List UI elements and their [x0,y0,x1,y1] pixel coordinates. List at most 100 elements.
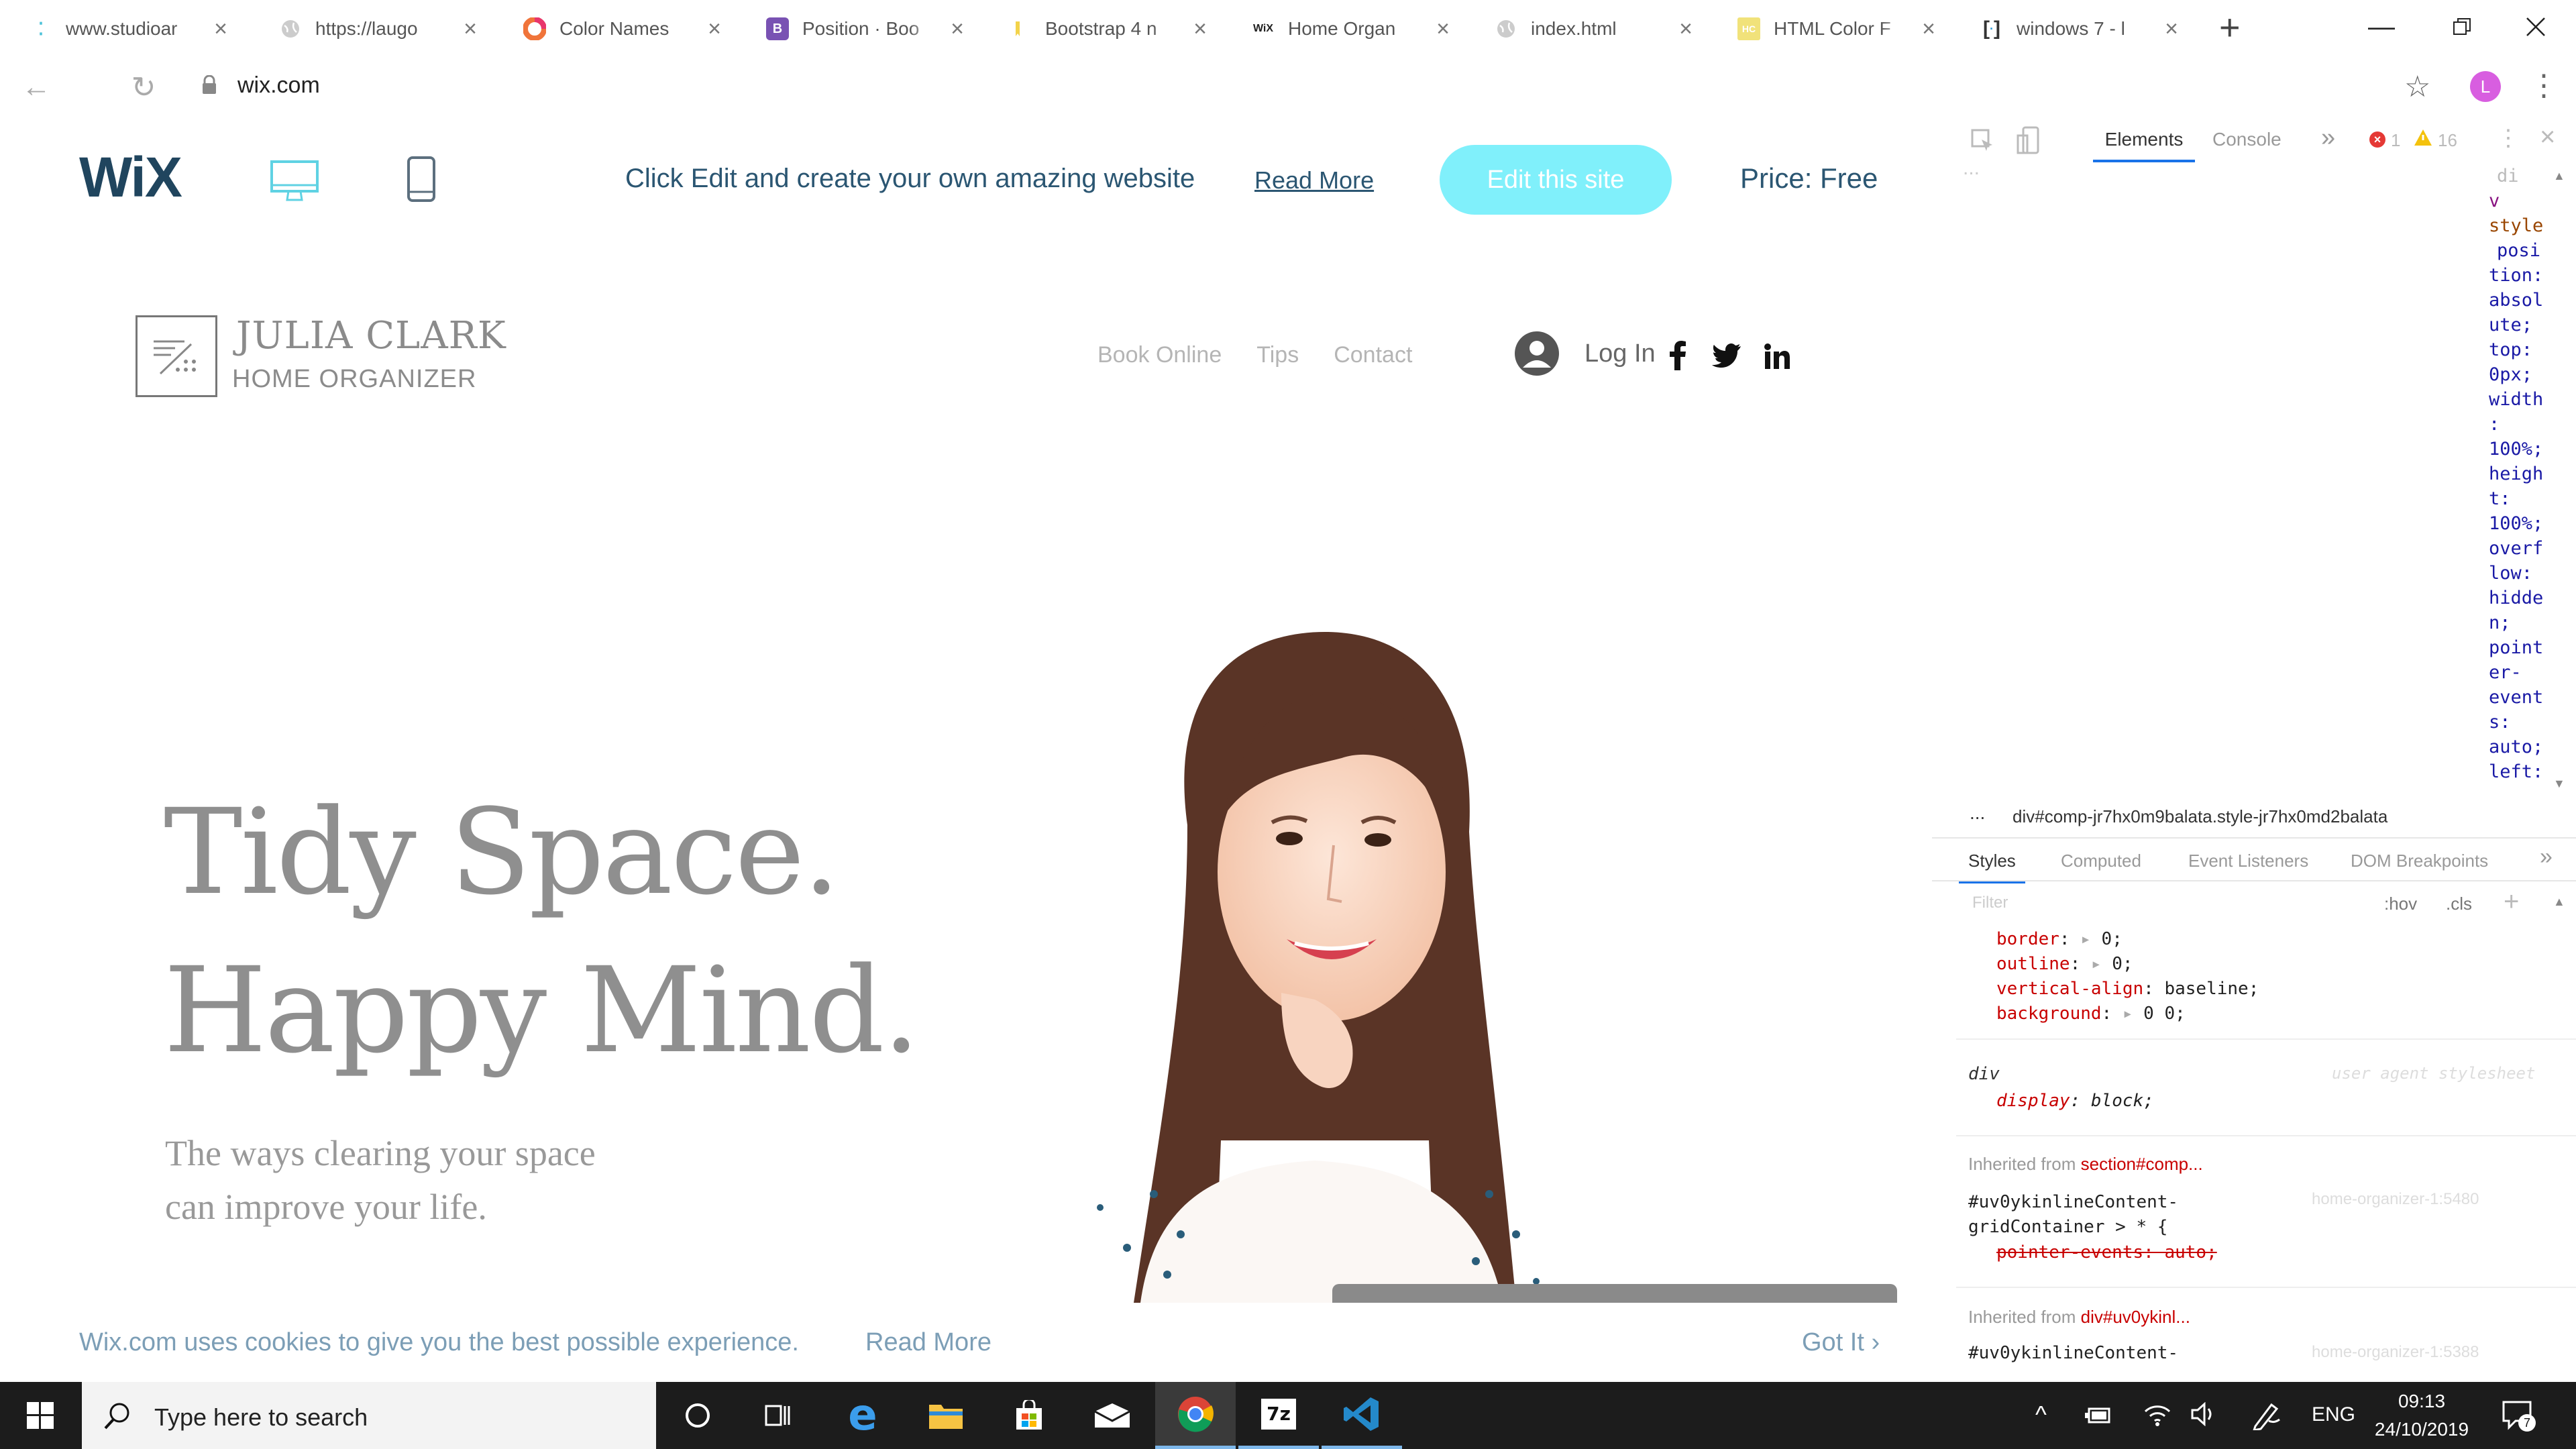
linkedin-icon[interactable] [1764,343,1790,369]
file-explorer-icon[interactable] [906,1382,986,1449]
browser-tab[interactable]: HC HTML Color F × [1721,7,1940,51]
chrome-icon[interactable] [1155,1382,1236,1449]
dom-line[interactable]: top: [2489,337,2549,362]
dom-line[interactable]: hidde [2489,586,2549,610]
dom-line[interactable]: absol [2489,288,2549,313]
devtools-more-tabs[interactable]: » [2321,123,2335,152]
browser-tab[interactable]: ⁚ www.studioar × [13,7,232,51]
site-logo-box[interactable] [136,315,217,397]
inspect-element-icon[interactable] [1971,129,1995,153]
notification-center-icon[interactable]: 7 [2502,1399,2536,1432]
menu-item-book-online[interactable]: Book Online [1097,342,1222,368]
rule-selector[interactable]: #uv0ykinlineContent- [1968,1343,2178,1363]
edit-site-button[interactable]: Edit this site [1440,145,1672,215]
dom-line[interactable]: v [2489,189,2549,213]
menu-item-tips[interactable]: Tips [1256,342,1299,368]
style-declaration[interactable]: background: ▸ 0 0; [1932,1002,2549,1026]
browser-tab[interactable]: Bootstrap 4 n × [993,7,1212,51]
read-more-link[interactable]: Read More [1254,166,1374,195]
language-indicator[interactable]: ENG [2312,1403,2355,1426]
facebook-icon[interactable] [1669,341,1686,370]
devtools-tab-console[interactable]: Console [2212,129,2282,150]
dom-breakpoints-tab[interactable]: DOM Breakpoints [2351,851,2488,871]
more-panels-icon[interactable]: » [2540,844,2553,870]
restore-icon[interactable] [2422,0,2502,54]
dom-line[interactable]: style [2489,213,2549,238]
style-declaration[interactable]: outline: ▸ 0; [1932,952,2549,977]
store-icon[interactable] [989,1382,1069,1449]
browser-tab[interactable]: B Position · Boo × [750,7,969,51]
dom-line[interactable]: s: [2489,710,2549,735]
breadcrumb[interactable]: div#comp-jr7hx0m9balata.style-jr7hx0md2b… [2012,806,2387,827]
event-listeners-tab[interactable]: Event Listeners [2188,851,2308,871]
browser-tab[interactable]: [·] windows 7 - l × [1964,7,2183,51]
new-rule-icon[interactable]: + [2504,887,2519,917]
7zip-icon[interactable]: 7z [1238,1382,1319,1449]
dom-line[interactable]: event [2489,685,2549,710]
url-field[interactable]: wix.com [237,72,320,99]
star-icon[interactable]: ☆ [2404,70,2430,104]
cortana-icon[interactable] [657,1382,738,1449]
wix-logo[interactable]: WiX [79,145,182,210]
dom-line[interactable]: er- [2489,660,2549,685]
div-selector[interactable]: div [1968,1064,2000,1084]
cookie-read-more-link[interactable]: Read More [865,1328,991,1357]
twitter-icon[interactable] [1712,343,1741,368]
edge-browser-icon[interactable]: e [822,1382,903,1449]
devtools-tab-elements[interactable]: Elements [2093,129,2195,162]
device-toolbar-icon[interactable] [2017,126,2041,156]
got-it-button[interactable]: Got It › [1802,1328,1880,1357]
mobile-view-icon[interactable] [407,156,436,203]
reload-icon[interactable]: ↻ [123,67,164,107]
dom-line[interactable]: heigh [2489,462,2549,486]
close-tab-icon[interactable]: × [459,16,482,42]
battery-icon[interactable] [2085,1407,2112,1424]
hov-toggle[interactable]: :hov [2384,894,2417,914]
dom-line[interactable]: point [2489,635,2549,660]
cls-toggle[interactable]: .cls [2446,894,2472,914]
styles-filter-input[interactable]: Filter [1972,894,2008,912]
dom-line[interactable]: : [2489,412,2549,437]
rule-source-link[interactable]: home-organizer-1:5480 [2312,1190,2479,1209]
close-tab-icon[interactable]: × [1917,16,1940,42]
style-declaration[interactable]: border: ▸ 0; [1932,927,2549,952]
styles-scroll-up[interactable]: ▲ [2553,895,2565,909]
div-declaration[interactable]: display: block; [1996,1091,2154,1111]
dom-line[interactable]: t: [2489,486,2549,511]
vscode-icon[interactable] [1322,1382,1402,1449]
pen-workspace-icon[interactable] [2251,1401,2281,1430]
user-avatar-icon[interactable] [1513,330,1560,377]
close-tab-icon[interactable]: × [703,16,726,42]
dom-scrollbar-up[interactable]: ▲ [2553,169,2565,183]
close-tab-icon[interactable]: × [1674,16,1697,42]
overridden-declaration[interactable]: pointer-events: auto; [1996,1242,2217,1263]
mail-icon[interactable] [1072,1382,1152,1449]
devtools-menu-icon[interactable]: ⋮ [2497,125,2520,152]
close-tab-icon[interactable]: × [209,16,232,42]
wifi-icon[interactable] [2144,1402,2171,1426]
taskbar-search-box[interactable]: Type here to search [82,1382,656,1449]
browser-tab[interactable]: index.html × [1479,7,1697,51]
browser-menu-icon[interactable]: ⋮ [2529,66,2559,106]
dom-line[interactable]: 0px; [2489,362,2549,387]
dom-line[interactable]: overf [2489,536,2549,561]
close-tab-icon[interactable]: × [1189,16,1212,42]
dom-scrollbar-down[interactable]: ▼ [2553,777,2565,791]
close-tab-icon[interactable]: × [1432,16,1454,42]
rule-selector[interactable]: #uv0ykinlineContent- gridContainer > * { [1968,1190,2178,1240]
new-tab-button[interactable]: + [2219,7,2241,48]
browser-tab[interactable]: WiX Home Organ × [1236,7,1454,51]
browser-tab[interactable]: https://laugo × [263,7,482,51]
show-hidden-icons[interactable]: ^ [2035,1401,2047,1429]
dom-line[interactable]: left: [2489,759,2549,784]
volume-icon[interactable] [2191,1402,2218,1426]
computed-tab[interactable]: Computed [2061,851,2141,871]
styles-tab[interactable]: Styles [1959,851,2025,883]
profile-avatar[interactable]: L [2470,71,2501,102]
inherited-link[interactable]: div#uv0ykinl... [2081,1307,2190,1327]
login-link[interactable]: Log In [1585,339,1656,368]
rule-source-link[interactable]: home-organizer-1:5388 [2312,1343,2479,1362]
back-arrow-icon[interactable]: ← [16,67,56,107]
dom-line[interactable]: posi [2489,238,2549,263]
dom-line[interactable]: 100%; [2489,437,2549,462]
